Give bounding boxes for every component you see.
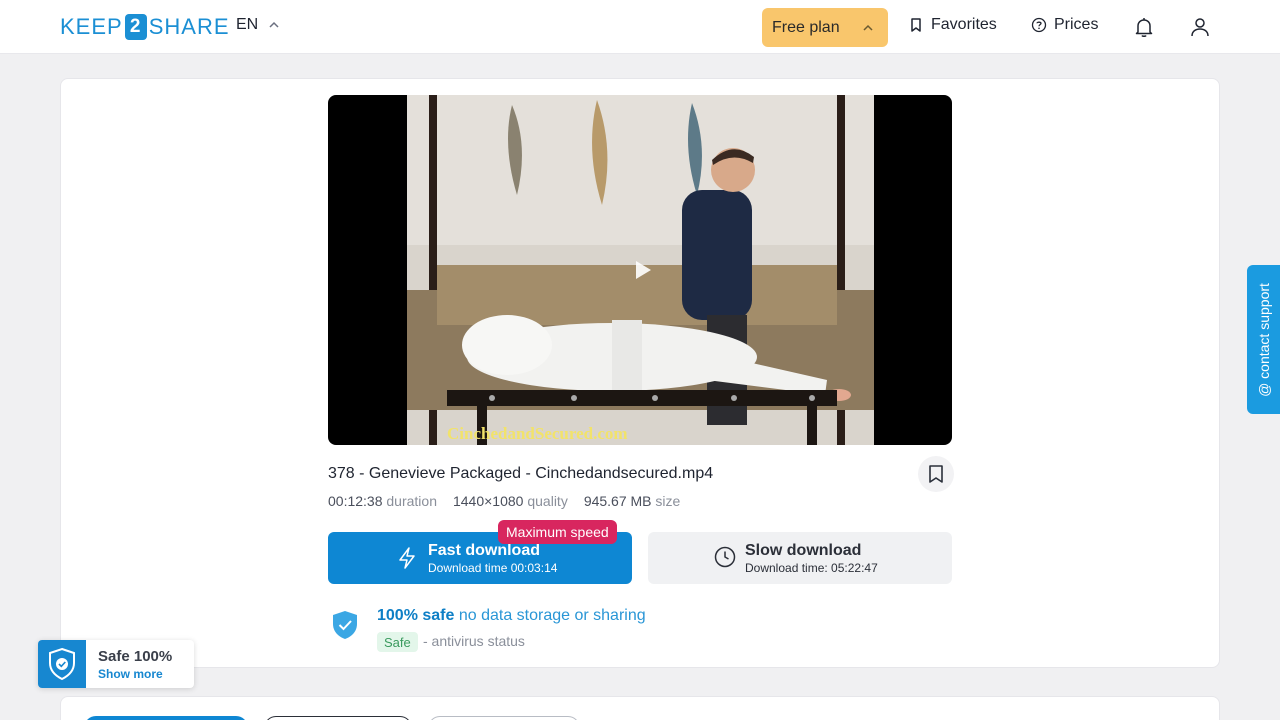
shield-check-icon xyxy=(333,611,357,639)
slow-download-button[interactable]: Slow download Download time: 05:22:47 xyxy=(648,532,952,584)
logo-text-left: KEEP xyxy=(60,14,123,39)
add-to-favorites-button[interactable] xyxy=(918,456,954,492)
logo-text-right: SHARE xyxy=(148,14,230,39)
favorites-label: Favorites xyxy=(931,16,997,33)
top-header: KEEP 2 SHARE EN Free plan Favorites Pric… xyxy=(0,0,1280,54)
file-meta: 00:12:38 duration 1440×1080 quality 945.… xyxy=(328,493,680,509)
clock-icon xyxy=(714,546,736,568)
free-plan-button[interactable]: Free plan xyxy=(762,8,888,47)
bookmark-icon xyxy=(911,18,921,32)
contact-support-tab[interactable]: @ contact support xyxy=(1247,265,1280,414)
lightning-icon xyxy=(399,547,415,569)
prices-link[interactable]: Prices xyxy=(1031,16,1098,34)
favorites-link[interactable]: Favorites xyxy=(908,16,997,34)
play-icon[interactable] xyxy=(633,259,653,281)
safe-widget[interactable]: Safe 100% Show more xyxy=(38,640,194,688)
maximum-speed-badge: Maximum speed xyxy=(498,520,617,544)
antivirus-status-text: - antivirus status xyxy=(423,633,525,649)
fast-download-time: Download time 00:03:14 xyxy=(428,561,558,575)
prices-label: Prices xyxy=(1054,16,1099,33)
chevron-up-icon xyxy=(269,21,279,28)
keep2share-logo[interactable]: KEEP 2 SHARE xyxy=(60,14,230,40)
tab-pill-active[interactable] xyxy=(84,716,248,720)
fast-download-label: Fast download xyxy=(428,542,540,559)
safe-status-badge: Safe xyxy=(377,632,418,652)
contact-support-label: @ contact support xyxy=(1256,282,1272,397)
file-title: 378 - Genevieve Packaged - Cinchedandsec… xyxy=(328,465,714,482)
language-label: EN xyxy=(236,16,259,33)
tab-pill[interactable] xyxy=(428,716,580,720)
help-circle-icon xyxy=(1031,17,1047,33)
plan-label: Free plan xyxy=(772,18,840,36)
safe-widget-icon-box xyxy=(38,640,86,688)
language-selector[interactable]: EN xyxy=(236,16,280,34)
quality-info: 1440×1080 quality xyxy=(452,493,568,509)
video-preview[interactable]: CinchedandSecured.com xyxy=(328,95,952,445)
tab-pill[interactable] xyxy=(264,716,412,720)
bell-icon[interactable] xyxy=(1132,15,1156,39)
duration-info: 00:12:38 duration xyxy=(328,493,437,509)
size-info: 945.67 MB size xyxy=(583,493,681,509)
slow-download-time: Download time: 05:22:47 xyxy=(745,561,878,575)
slow-download-label: Slow download xyxy=(745,542,862,559)
user-icon[interactable] xyxy=(1188,15,1212,39)
shield-check-icon xyxy=(49,647,75,681)
show-more-link[interactable]: Show more xyxy=(98,667,163,681)
video-watermark: CinchedandSecured.com xyxy=(447,424,628,443)
safety-headline: 100% safe no data storage or sharing xyxy=(377,607,646,624)
bookmark-icon xyxy=(929,465,943,483)
chevron-up-icon xyxy=(863,24,873,31)
safe-widget-title: Safe 100% xyxy=(98,648,173,665)
logo-digit: 2 xyxy=(124,14,147,40)
